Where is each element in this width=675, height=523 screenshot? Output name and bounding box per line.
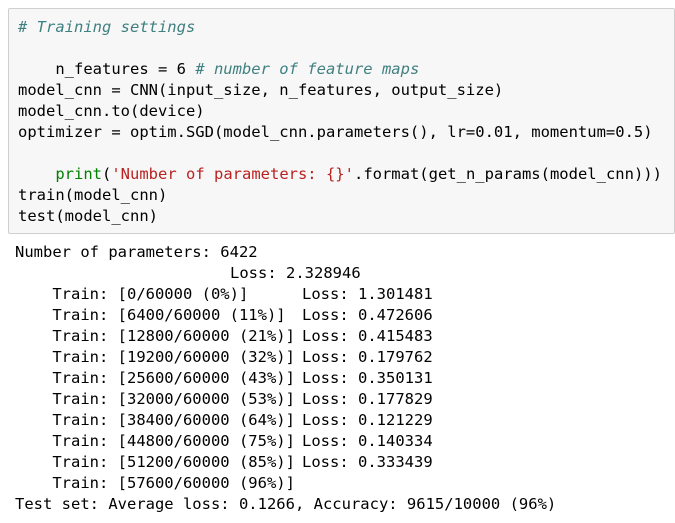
code-comment-training-settings: # Training settings	[18, 18, 196, 36]
output-train-loss: Loss: 0.350131	[302, 369, 433, 387]
output-train-row: Train: [6400/60000 (11%)]	[15, 284, 285, 324]
output-train-loss: Loss: 1.301481	[302, 285, 433, 303]
output-train-loss: Loss: 0.333439	[302, 453, 433, 471]
code-format-call: .format(get_n_params(model_cnn)))	[353, 165, 662, 183]
output-train-progress: Train: [57600/60000 (96%)]	[52, 474, 295, 492]
code-line-model-to-device: model_cnn.to(device)	[18, 102, 205, 120]
output-train-row: Train: [0/60000 (0%)]	[15, 263, 248, 303]
output-train-row: Train: [32000/60000 (53%)]	[15, 368, 295, 408]
output-train-row: Train: [51200/60000 (85%)]	[15, 431, 295, 471]
output-train-loss: Loss: 2.328946	[230, 264, 361, 282]
code-line-train-call: train(model_cnn)	[18, 186, 168, 204]
output-number-of-parameters: Number of parameters: 6422	[15, 243, 258, 261]
code-line-print-params: print('Number of parameters: {}'.format(…	[18, 143, 662, 183]
code-string-number-of-parameters: 'Number of parameters: {}'	[111, 165, 354, 183]
output-train-loss: Loss: 0.472606	[302, 306, 433, 324]
code-line-test-call: test(model_cnn)	[18, 207, 158, 225]
code-line-model-cnn: model_cnn = CNN(input_size, n_features, …	[18, 81, 504, 99]
output-train-loss: Loss: 0.415483	[302, 327, 433, 345]
output-train-row: Train: [25600/60000 (43%)]	[15, 347, 295, 387]
output-train-loss: Loss: 0.121229	[302, 411, 433, 429]
output-train-row: Train: [19200/60000 (32%)]	[15, 326, 295, 366]
code-line-optimizer: optimizer = optim.SGD(model_cnn.paramete…	[18, 123, 653, 141]
output-test-result: Test set: Average loss: 0.1266, Accuracy…	[15, 495, 557, 513]
output-train-row: Train: [44800/60000 (75%)]	[15, 410, 295, 450]
code-open-paren: (	[102, 165, 112, 183]
code-comment-feature-maps: # number of feature maps	[195, 60, 420, 78]
code-print-builtin: print	[55, 165, 102, 183]
output-train-loss: Loss: 0.177829	[302, 390, 433, 408]
output-train-row: Train: [12800/60000 (21%)]	[15, 305, 295, 345]
output-train-loss: Loss: 0.179762	[302, 348, 433, 366]
code-cell[interactable]: # Training settings n_features = 6 # num…	[8, 8, 675, 234]
output-train-row: Train: [57600/60000 (96%)]	[15, 452, 295, 492]
output-train-loss: Loss: 0.140334	[302, 432, 433, 450]
code-n-features-assignment: n_features = 6	[55, 60, 196, 78]
code-line-n-features: n_features = 6 # number of feature maps	[18, 38, 419, 78]
output-train-row: Train: [38400/60000 (64%)]	[15, 389, 295, 429]
